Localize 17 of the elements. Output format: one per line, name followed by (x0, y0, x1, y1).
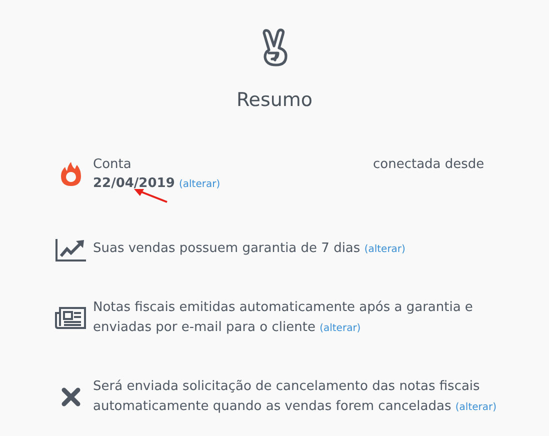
summary-text: Será enviada solicitação de cancelamento das notas fiscais automaticamente quando as vendas forem canceladas (alterar) (93, 378, 498, 416)
flame-icon (60, 161, 82, 187)
victory-hand-icon (260, 28, 290, 68)
account-label: Conta (93, 156, 132, 174)
change-link[interactable]: (alterar) (320, 322, 361, 334)
summary-text: Suas vendas possuem garantia de 7 dias (alterar) (93, 240, 406, 258)
change-link[interactable]: (alterar) (179, 178, 220, 190)
change-link[interactable]: (alterar) (455, 402, 497, 412)
change-link[interactable]: (alterar) (364, 244, 406, 255)
summary-text: Notas fiscais emitidas automaticamente após a garantia e enviadas por e-mail para o cliente (alterar) (93, 298, 474, 336)
line-chart-icon (54, 238, 86, 262)
newspaper-icon (55, 307, 86, 329)
page-title: Resumo (236, 88, 313, 113)
status-text: conectada desde (373, 156, 484, 174)
connection-date: 22/04/2019 (93, 176, 175, 190)
close-icon (60, 387, 80, 407)
annotation-arrow (133, 187, 169, 203)
